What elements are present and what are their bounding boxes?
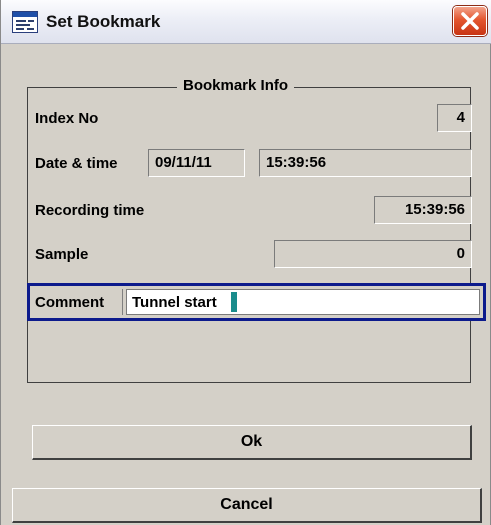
index-no-label: Index No: [35, 110, 99, 127]
sample-label: Sample: [35, 246, 89, 263]
index-no-field: 4: [437, 104, 472, 132]
close-icon: [461, 12, 479, 30]
ok-button[interactable]: Ok: [32, 425, 472, 460]
comment-input[interactable]: [126, 289, 480, 315]
close-button[interactable]: [453, 6, 487, 36]
window-title: Set Bookmark: [46, 12, 161, 31]
sample-field: 0: [274, 240, 472, 268]
time-field: 15:39:56: [259, 149, 472, 177]
text-cursor: [231, 292, 237, 312]
title-bar[interactable]: Set Bookmark: [1, 0, 491, 44]
group-legend: Bookmark Info: [177, 74, 295, 98]
date-field: 09/11/11: [148, 149, 245, 177]
recording-time-label: Recording time: [35, 202, 145, 219]
cancel-button[interactable]: Cancel: [12, 488, 482, 523]
set-bookmark-dialog: Set Bookmark Bookmark Info Index No 4 Da…: [0, 0, 491, 525]
date-time-label: Date & time: [35, 155, 118, 172]
bookmark-window-icon: [12, 11, 38, 33]
comment-label: Comment: [35, 294, 105, 311]
comment-divider: [122, 289, 123, 315]
recording-time-field: 15:39:56: [374, 196, 472, 224]
comment-row: Comment: [27, 283, 486, 321]
bookmark-info-group: [27, 87, 471, 383]
